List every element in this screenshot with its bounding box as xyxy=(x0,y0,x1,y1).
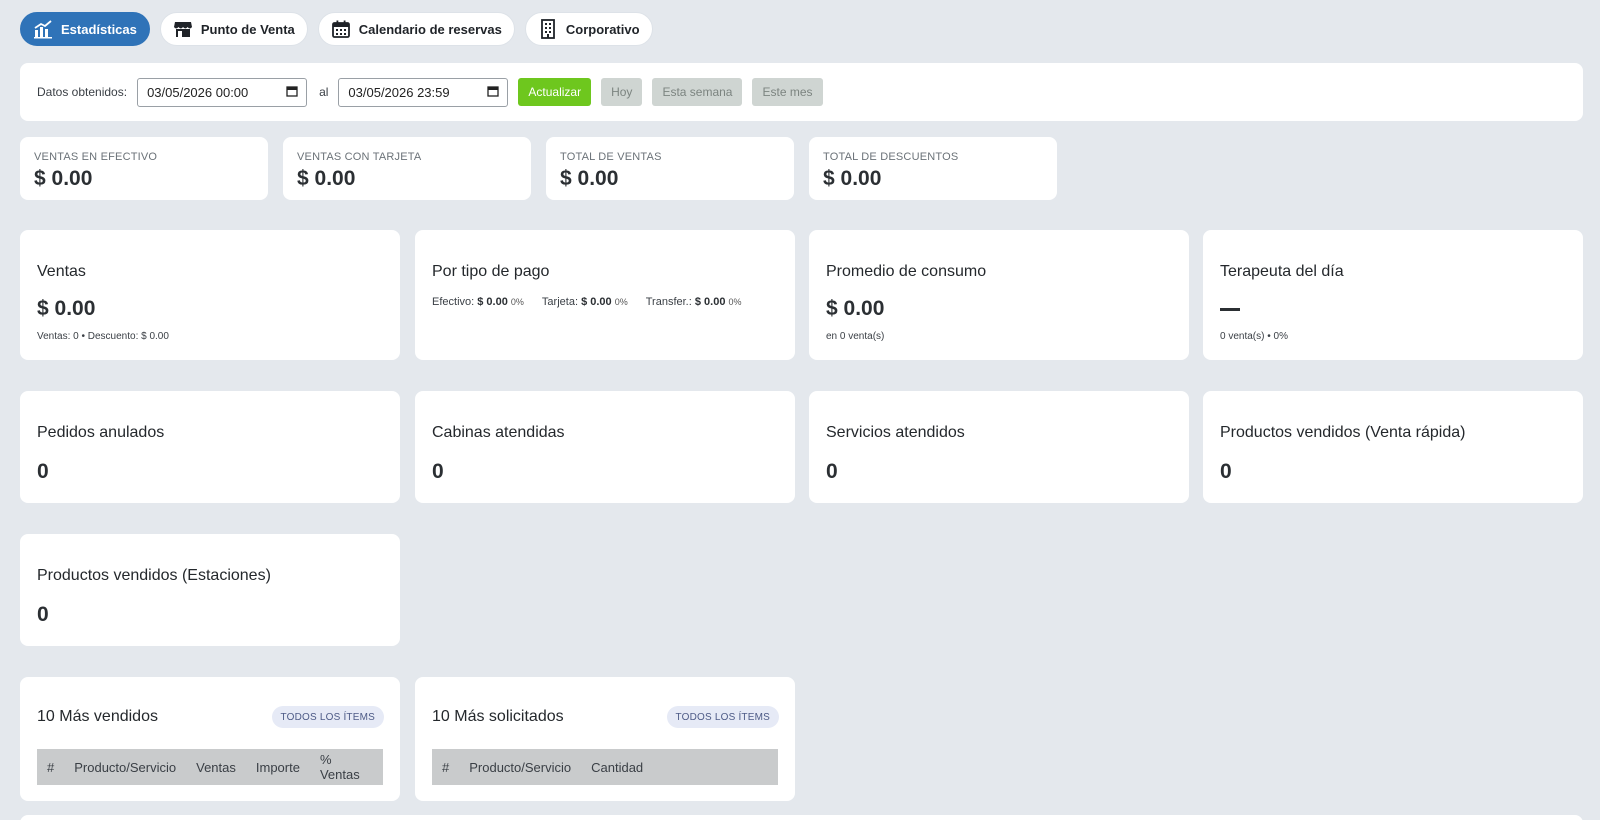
summary-card-cash: VENTAS EN EFECTIVO $ 0.00 xyxy=(20,137,268,200)
store-icon xyxy=(173,19,193,39)
cabins-served-card: Cabinas atendidas 0 xyxy=(415,391,795,503)
summary-value: $ 0.00 xyxy=(297,167,356,190)
card-subtext: en 0 venta(s) xyxy=(826,331,885,342)
payment-breakdown: Efectivo: $ 0.00 0% Tarjeta: $ 0.00 0% T… xyxy=(432,296,742,308)
card-title: Servicios atendidos xyxy=(826,424,965,441)
date-filter-bar: Datos obtenidos: 03/05/2026 00:00 al 03/… xyxy=(20,63,1583,121)
summary-label: TOTAL DE VENTAS xyxy=(560,151,662,163)
payment-type-card: Por tipo de pago Efectivo: $ 0.00 0% Tar… xyxy=(415,230,795,360)
tab-label: Calendario de reservas xyxy=(358,21,502,37)
ventas-card: Ventas $ 0.00 Ventas: 0 • Descuento: $ 0… xyxy=(20,230,400,360)
card-subtext: Ventas: 0 • Descuento: $ 0.00 xyxy=(37,331,169,342)
summary-value: $ 0.00 xyxy=(34,167,93,190)
all-items-button[interactable]: TODOS LOS ÍTEMS xyxy=(666,706,779,728)
date-to-value: 03/05/2026 23:59 xyxy=(348,84,450,100)
card-value-dash xyxy=(1220,308,1240,311)
top-sold-card: 10 Más vendidos TODOS LOS ÍTEMS # Produc… xyxy=(20,677,400,801)
next-section-card xyxy=(20,815,1583,820)
card-value: 0 xyxy=(826,460,838,483)
payment-cash: Efectivo: $ 0.00 0% xyxy=(432,296,524,308)
card-title: Productos vendidos (Venta rápida) xyxy=(1220,424,1466,441)
card-value: $ 0.00 xyxy=(37,297,96,320)
tab-label: Estadísticas xyxy=(61,21,137,37)
calendar-icon xyxy=(331,19,351,39)
card-value: 0 xyxy=(432,460,444,483)
card-title: Por tipo de pago xyxy=(432,263,550,280)
tab-corporativo[interactable]: Corporativo xyxy=(524,12,653,46)
tab-calendario[interactable]: Calendario de reservas xyxy=(317,12,515,46)
table-header: # Producto/Servicio Ventas Importe % Ven… xyxy=(37,749,383,785)
column-header[interactable]: Importe xyxy=(256,760,300,775)
column-header[interactable]: Producto/Servicio xyxy=(74,760,176,775)
calendar-icon[interactable] xyxy=(286,85,298,100)
card-value: 0 xyxy=(1220,460,1232,483)
filter-label: Datos obtenidos: xyxy=(37,85,128,99)
all-items-button[interactable]: TODOS LOS ÍTEMS xyxy=(271,706,384,728)
tab-label: Corporativo xyxy=(565,21,640,37)
table-header: # Producto/Servicio Cantidad xyxy=(432,749,778,785)
building-icon xyxy=(538,19,558,39)
top-tabs: Estadísticas Punto de Venta Calendario d… xyxy=(20,12,653,46)
this-month-button[interactable]: Este mes xyxy=(752,78,823,106)
column-header[interactable]: % Ventas xyxy=(320,752,363,782)
summary-label: VENTAS CON TARJETA xyxy=(297,151,422,163)
date-separator: al xyxy=(319,85,329,99)
card-subtext: 0 venta(s) • 0% xyxy=(1220,331,1288,342)
card-value: 0 xyxy=(37,460,49,483)
voided-orders-card: Pedidos anulados 0 xyxy=(20,391,400,503)
summary-card-card: VENTAS CON TARJETA $ 0.00 xyxy=(283,137,531,200)
tab-estadisticas[interactable]: Estadísticas xyxy=(20,12,150,46)
this-week-button[interactable]: Esta semana xyxy=(652,78,743,106)
summary-label: VENTAS EN EFECTIVO xyxy=(34,151,158,163)
calendar-icon[interactable] xyxy=(487,85,500,100)
summary-label: TOTAL DE DESCUENTOS xyxy=(823,151,959,163)
card-title: Ventas xyxy=(37,263,86,280)
summary-value: $ 0.00 xyxy=(823,167,882,190)
card-title: Pedidos anulados xyxy=(37,424,165,441)
tab-punto-de-venta[interactable]: Punto de Venta xyxy=(159,12,308,46)
statistics-page: Estadísticas Punto de Venta Calendario d… xyxy=(0,0,1600,820)
payment-transfer: Transfer.: $ 0.00 0% xyxy=(645,296,742,308)
card-title: Productos vendidos (Estaciones) xyxy=(37,567,271,584)
today-button[interactable]: Hoy xyxy=(601,78,643,106)
top-requested-card: 10 Más solicitados TODOS LOS ÍTEMS # Pro… xyxy=(415,677,795,801)
card-title: 10 Más solicitados xyxy=(432,708,564,725)
card-title: 10 Más vendidos xyxy=(37,708,158,725)
tab-label: Punto de Venta xyxy=(200,21,295,37)
date-to-input[interactable]: 03/05/2026 23:59 xyxy=(338,77,509,107)
card-title: Promedio de consumo xyxy=(826,263,987,280)
chart-icon xyxy=(33,19,53,39)
services-served-card: Servicios atendidos 0 xyxy=(809,391,1189,503)
date-from-value: 03/05/2026 00:00 xyxy=(147,84,249,100)
card-title: Cabinas atendidas xyxy=(432,424,565,441)
column-header[interactable]: Ventas xyxy=(196,760,236,775)
payment-card: Tarjeta: $ 0.00 0% xyxy=(541,296,628,308)
therapist-of-day-card: Terapeuta del día 0 venta(s) • 0% xyxy=(1203,230,1583,360)
column-header[interactable]: Producto/Servicio xyxy=(469,760,571,775)
summary-card-discounts: TOTAL DE DESCUENTOS $ 0.00 xyxy=(809,137,1057,200)
update-button[interactable]: Actualizar xyxy=(518,78,592,106)
column-header[interactable]: # xyxy=(47,760,54,775)
station-products-card: Productos vendidos (Estaciones) 0 xyxy=(20,534,400,646)
quick-sale-products-card: Productos vendidos (Venta rápida) 0 xyxy=(1203,391,1583,503)
summary-card-total: TOTAL DE VENTAS $ 0.00 xyxy=(546,137,794,200)
average-consumption-card: Promedio de consumo $ 0.00 en 0 venta(s) xyxy=(809,230,1189,360)
card-title: Terapeuta del día xyxy=(1220,263,1344,280)
column-header[interactable]: # xyxy=(442,760,449,775)
card-value: $ 0.00 xyxy=(826,297,885,320)
summary-value: $ 0.00 xyxy=(560,167,619,190)
card-value: 0 xyxy=(37,603,49,626)
date-from-input[interactable]: 03/05/2026 00:00 xyxy=(137,77,308,107)
column-header[interactable]: Cantidad xyxy=(591,760,643,775)
